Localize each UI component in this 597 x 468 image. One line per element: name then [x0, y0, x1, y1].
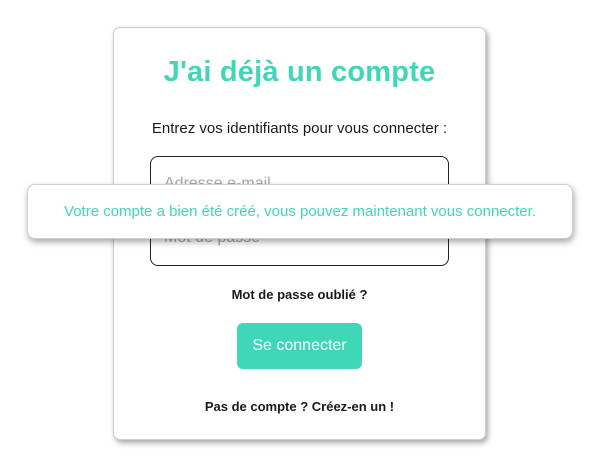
success-toast: Votre compte a bien été créé, vous pouve… — [27, 184, 573, 239]
toast-message: Votre compte a bien été créé, vous pouve… — [64, 203, 536, 220]
page: J'ai déjà un compte Entrez vos identifia… — [0, 0, 597, 468]
signup-link[interactable]: Pas de compte ? Créez-en un ! — [114, 399, 485, 414]
page-title: J'ai déjà un compte — [163, 56, 436, 88]
login-instructions: Entrez vos identifiants pour vous connec… — [151, 120, 448, 137]
forgot-password-link[interactable]: Mot de passe oublié ? — [114, 287, 485, 302]
login-button[interactable]: Se connecter — [237, 323, 362, 369]
